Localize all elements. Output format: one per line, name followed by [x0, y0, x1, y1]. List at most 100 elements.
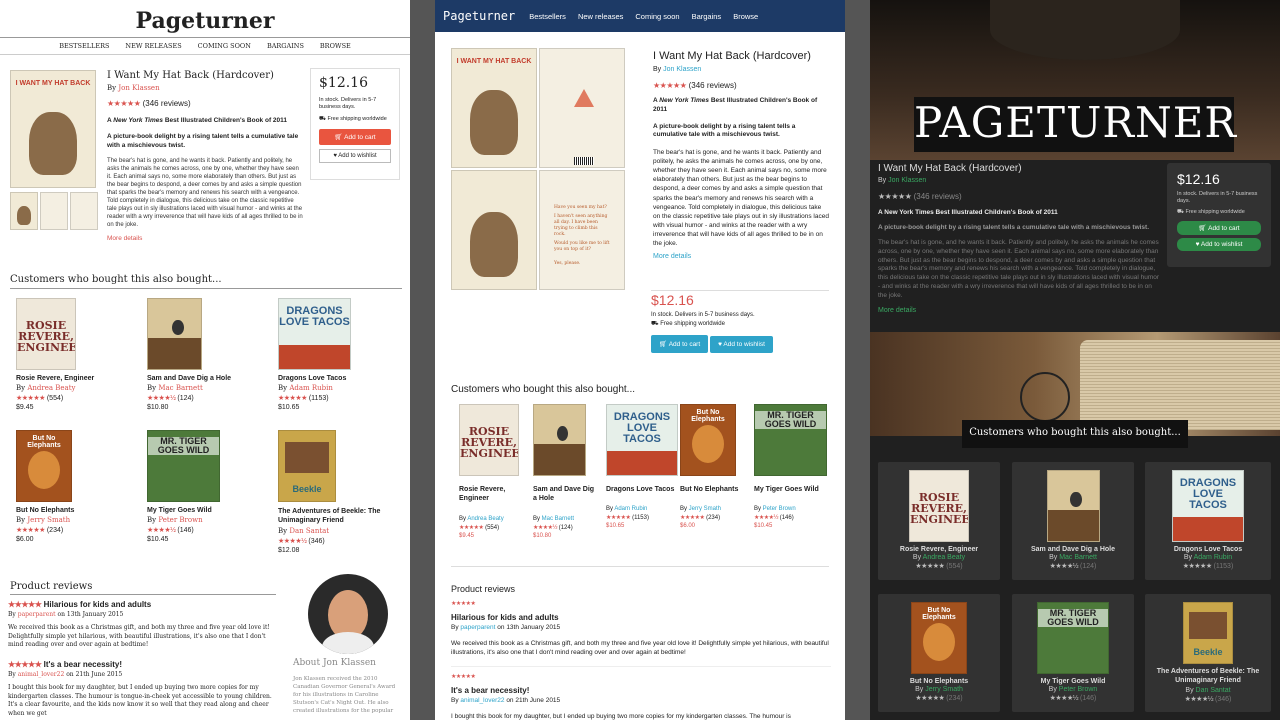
thumbnail[interactable]	[10, 192, 38, 230]
add-to-wishlist-button[interactable]: ♥ Add to wishlist	[1177, 237, 1261, 251]
more-details-link[interactable]: More details	[653, 253, 829, 260]
book-card[interactable]: ROSIE REVERE, ENGINEER Rosie Revere, Eng…	[459, 404, 521, 539]
site-logo[interactable]: Pageturner	[443, 9, 515, 23]
reviewer-link[interactable]: animal_lover22	[18, 671, 65, 678]
book-cover[interactable]: Beekle	[1183, 602, 1233, 664]
gallery-image[interactable]: I WANT MY HAT BACK	[451, 48, 537, 168]
book-card[interactable]: Beekle The Adventures of Beekle: The Uni…	[1145, 594, 1271, 712]
book-title[interactable]: Rosie Revere, Engineer	[16, 375, 136, 382]
nav-coming-soon[interactable]: Coming soon	[635, 12, 679, 21]
nav-bargains[interactable]: Bargains	[692, 12, 722, 21]
book-title[interactable]: Dragons Love Tacos	[278, 375, 398, 382]
book-title[interactable]: Sam and Dave Dig a Hole	[147, 375, 267, 382]
book-title[interactable]: The Adventures of Beekle: The Unimaginar…	[1145, 668, 1271, 686]
book-card[interactable]: ROSIE REVERE, ENGINEER Rosie Revere, Eng…	[878, 462, 1000, 580]
book-card[interactable]: MR. TIGER GOES WILD My Tiger Goes Wild B…	[754, 404, 828, 529]
book-author[interactable]: Jerry Smath	[925, 686, 963, 693]
add-to-wishlist-button[interactable]: ♥ Add to wishlist	[319, 148, 391, 163]
book-title[interactable]: Sam and Dave Dig a Hole	[533, 485, 595, 504]
thumbnail[interactable]	[40, 192, 68, 230]
book-author[interactable]: Adam Rubin	[614, 506, 647, 512]
book-title[interactable]: But No Elephants	[878, 678, 1000, 685]
book-title[interactable]: The Adventures of Beekle: The Unimaginar…	[278, 507, 398, 525]
site-logo[interactable]: PAGETURNER	[914, 98, 1236, 147]
more-details-link[interactable]: More details	[107, 235, 303, 242]
book-cover[interactable]: ROSIE REVERE, ENGINEER	[909, 470, 969, 542]
review-count[interactable]: (346 reviews)	[143, 99, 191, 108]
book-cover[interactable]: But No Elephants	[680, 404, 736, 476]
book-author[interactable]: Jerry Smath	[27, 516, 70, 524]
nav-browse[interactable]: BROWSE	[320, 42, 351, 50]
author-link[interactable]: Jon Klassen	[888, 177, 926, 184]
nav-browse[interactable]: Browse	[733, 12, 758, 21]
reviewer-link[interactable]: paperparent	[460, 624, 495, 631]
gallery-image[interactable]: Have you seen my hat? I haven't seen any…	[539, 170, 625, 290]
book-author[interactable]: Mac Barnett	[158, 384, 202, 392]
book-card[interactable]: MR. TIGER GOES WILD My Tiger Goes Wild B…	[147, 430, 267, 543]
book-author[interactable]: Peter Brown	[158, 516, 202, 524]
product-cover[interactable]: I WANT MY HAT BACK	[10, 70, 96, 188]
book-cover[interactable]: DRAGONS LOVE TACOS	[606, 404, 678, 476]
book-card[interactable]: But No Elephants But No Elephants By Jer…	[680, 404, 742, 529]
gallery-image[interactable]	[451, 170, 537, 290]
book-cover[interactable]: MR. TIGER GOES WILD	[754, 404, 827, 476]
book-title[interactable]: Dragons Love Tacos	[1145, 546, 1271, 553]
site-logo[interactable]: Pageturner	[0, 0, 410, 38]
book-title[interactable]: My Tiger Goes Wild	[754, 485, 828, 494]
nav-new-releases[interactable]: New releases	[578, 12, 623, 21]
gallery-image[interactable]	[539, 48, 625, 168]
book-cover[interactable]	[1046, 470, 1100, 542]
book-card[interactable]: DRAGONS LOVE TACOS Dragons Love Tacos By…	[606, 404, 678, 529]
book-card[interactable]: Sam and Dave Dig a Hole By Mac Barnett ★…	[1012, 462, 1134, 580]
book-author[interactable]: Dan Santat	[289, 527, 329, 535]
book-title[interactable]: My Tiger Goes Wild	[147, 507, 267, 514]
book-author[interactable]: Peter Brown	[763, 506, 796, 512]
book-cover[interactable]: ROSIE REVERE, ENGINEER	[459, 404, 519, 476]
book-cover[interactable]: MR. TIGER GOES WILD	[1037, 602, 1109, 674]
review-count[interactable]: (346 reviews)	[914, 192, 962, 201]
thumbnail[interactable]	[70, 192, 98, 230]
nav-bestsellers[interactable]: Bestsellers	[529, 12, 566, 21]
more-details-link[interactable]: More details	[878, 307, 1160, 314]
book-card[interactable]: But No Elephants But No Elephants By Jer…	[16, 430, 136, 543]
book-title[interactable]: Rosie Revere, Engineer	[459, 485, 521, 504]
book-cover[interactable]	[147, 298, 202, 370]
book-card[interactable]: Sam and Dave Dig a Hole By Mac Barnett ★…	[533, 404, 595, 539]
nav-coming-soon[interactable]: COMING SOON	[198, 42, 251, 50]
book-cover[interactable]: DRAGONS LOVE TACOS	[278, 298, 351, 370]
add-to-wishlist-button[interactable]: ♥ Add to wishlist	[710, 336, 773, 353]
book-card[interactable]: MR. TIGER GOES WILD My Tiger Goes Wild B…	[1012, 594, 1134, 712]
book-author[interactable]: Peter Brown	[1059, 686, 1098, 693]
nav-new-releases[interactable]: NEW RELEASES	[125, 42, 181, 50]
book-author[interactable]: Dan Santat	[1196, 687, 1231, 694]
add-to-cart-button[interactable]: 🛒︎ Add to cart	[1177, 220, 1261, 235]
book-cover[interactable]: DRAGONS LOVE TACOS	[1172, 470, 1244, 542]
book-card[interactable]: Sam and Dave Dig a Hole By Mac Barnett ★…	[147, 298, 267, 411]
book-cover[interactable]: But No Elephants	[16, 430, 72, 502]
book-card[interactable]: ROSIE REVERE, ENGINEER Rosie Revere, Eng…	[16, 298, 136, 411]
book-cover[interactable]: MR. TIGER GOES WILD	[147, 430, 220, 502]
book-cover[interactable]: Beekle	[278, 430, 336, 502]
author-link[interactable]: Jon Klassen	[118, 84, 159, 92]
book-cover[interactable]	[533, 404, 586, 476]
book-title[interactable]: But No Elephants	[680, 485, 742, 494]
book-title[interactable]: My Tiger Goes Wild	[1012, 678, 1134, 685]
book-title[interactable]: Rosie Revere, Engineer	[878, 546, 1000, 553]
nav-bargains[interactable]: BARGAINS	[267, 42, 304, 50]
book-author[interactable]: Andrea Beaty	[923, 554, 965, 561]
reviewer-link[interactable]: animal_lover22	[460, 697, 504, 704]
book-title[interactable]: Sam and Dave Dig a Hole	[1012, 546, 1134, 553]
review-count[interactable]: (346 reviews)	[689, 81, 737, 90]
book-author[interactable]: Jerry Smath	[689, 506, 721, 512]
author-link[interactable]: Jon Klassen	[663, 66, 701, 73]
book-card[interactable]: But No Elephants But No Elephants By Jer…	[878, 594, 1000, 712]
book-cover[interactable]: ROSIE REVERE, ENGINEER	[16, 298, 76, 370]
add-to-cart-button[interactable]: 🛒︎ Add to cart	[319, 128, 391, 145]
book-cover[interactable]: But No Elephants	[911, 602, 967, 674]
book-card[interactable]: DRAGONS LOVE TACOS Dragons Love Tacos By…	[278, 298, 398, 411]
book-author[interactable]: Mac Barnett	[542, 516, 574, 522]
nav-bestsellers[interactable]: BESTSELLERS	[59, 42, 109, 50]
book-author[interactable]: Adam Rubin	[289, 384, 333, 392]
add-to-cart-button[interactable]: 🛒︎ Add to cart	[651, 335, 709, 353]
reviewer-link[interactable]: paperparent	[18, 611, 56, 618]
